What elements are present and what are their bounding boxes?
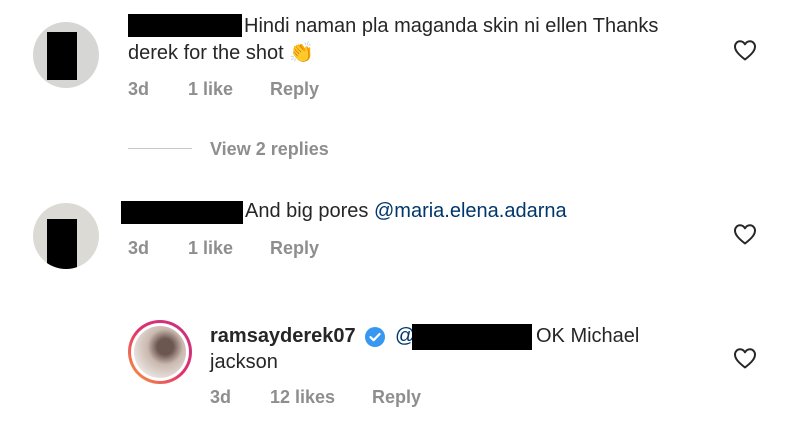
avatar-inner <box>131 323 189 381</box>
avatar[interactable] <box>33 22 99 88</box>
comment-time: 3d <box>128 238 150 258</box>
username-redaction <box>128 14 242 37</box>
avatar[interactable] <box>128 320 192 384</box>
reply-username[interactable]: ramsayderek07 <box>210 324 356 349</box>
like-heart-icon[interactable] <box>733 39 757 66</box>
comment-text: And big pores @maria.elena.adarna <box>245 200 567 222</box>
reply-button[interactable]: Reply <box>372 387 421 408</box>
reply-time: 3d <box>210 387 232 407</box>
avatar-redaction <box>47 219 77 269</box>
comment-likes[interactable]: 1 like <box>188 238 233 259</box>
like-heart-icon[interactable] <box>733 347 757 374</box>
comment-time: 3d <box>128 79 150 99</box>
avatar[interactable] <box>33 203 99 269</box>
verified-badge-icon <box>364 326 386 353</box>
reply-text: OK Michael <box>536 325 640 347</box>
like-heart-icon[interactable] <box>733 223 757 250</box>
comment-text: Hindi naman pla maganda skin ni ellen Th… <box>244 15 659 37</box>
reply-text-cont: jackson <box>210 351 278 373</box>
username-redaction <box>121 201 243 224</box>
reply-likes[interactable]: 12 likes <box>270 387 335 408</box>
reply-button[interactable]: Reply <box>270 79 319 100</box>
mention-redaction <box>412 324 532 350</box>
view-replies-link[interactable]: View 2 replies <box>210 139 329 160</box>
reply-button[interactable]: Reply <box>270 238 319 259</box>
avatar-redaction <box>47 32 77 80</box>
clapping-hands-emoji: 👏 <box>289 42 315 64</box>
comment-likes[interactable]: 1 like <box>188 79 233 100</box>
avatar-photo <box>134 326 186 378</box>
mention-link[interactable]: @maria.elena.adarna <box>374 200 567 222</box>
view-replies-line <box>128 148 192 149</box>
comment-text-cont: derek for the shot 👏 <box>128 42 315 64</box>
